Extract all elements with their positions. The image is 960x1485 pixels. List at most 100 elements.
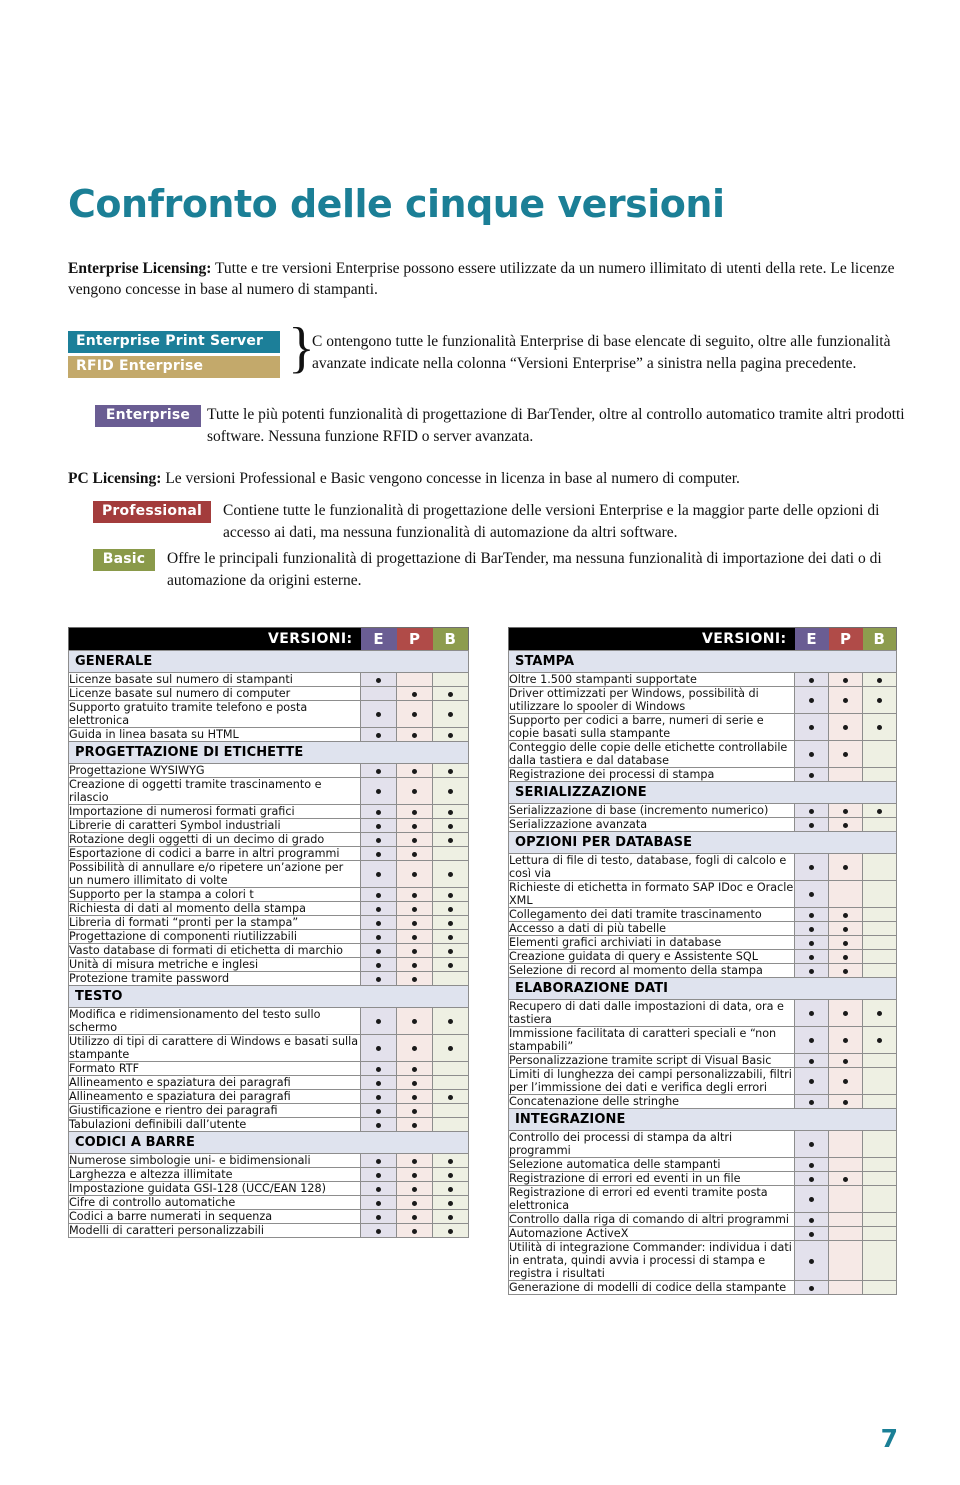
feature-cell-e: [360, 804, 397, 819]
bullet-icon: [412, 892, 417, 898]
feature-label: Progettazione WYSIWYG: [68, 763, 361, 778]
feature-cell-p: [828, 672, 863, 687]
feature-cell-b: [862, 803, 897, 818]
bullet-icon: [376, 789, 381, 794]
feature-cell-e: [360, 1103, 397, 1118]
feature-cell-e: [794, 1171, 829, 1186]
section-label: TESTO: [68, 985, 469, 1008]
table-row: Serializzazione di base (incremento nume…: [508, 803, 897, 818]
feature-cell-p: [828, 1026, 863, 1054]
feature-comparison-table-right: VERSIONI: E P B STAMPA Oltre 1.500 stampanti …: [508, 627, 897, 1295]
pc-licensing-paragraph: PC Licensing: Le versioni Professional e…: [68, 468, 928, 490]
feature-cell-b: [862, 740, 897, 768]
feature-cell-b: [862, 1240, 897, 1281]
badge-professional: Professional: [93, 501, 211, 523]
bullet-icon: [376, 920, 381, 926]
feature-cell-b: [432, 1089, 469, 1104]
feature-cell-p: [828, 767, 863, 782]
table-row: Elementi grafici archiviati in database: [508, 935, 897, 950]
feature-cell-e: [360, 1089, 397, 1104]
badge-enterprise: Enterprise: [95, 405, 201, 427]
table-row: Impostazione guidata GSI-128 (UCC/EAN 12…: [68, 1181, 469, 1196]
bullet-icon: [809, 1258, 814, 1264]
feature-cell-e: [794, 1212, 829, 1227]
feature-cell-p: [396, 763, 433, 778]
table-section-header: GENERALE: [68, 650, 469, 673]
feature-cell-b: [432, 700, 469, 728]
bullet-icon: [843, 1011, 848, 1016]
table-row: Registrazione dei processi di stampa: [508, 767, 897, 782]
section-label: OPZIONI PER DATABASE: [508, 831, 897, 854]
feature-cell-p: [396, 1034, 433, 1062]
bullet-icon: [412, 934, 417, 940]
column-header-b: B: [432, 627, 469, 651]
feature-label: Personalizzazione tramite script di Visu…: [508, 1053, 795, 1068]
table-row: Importazione di numerosi formati grafici: [68, 804, 469, 819]
feature-label: Creazione guidata di query e Assistente …: [508, 949, 795, 964]
bullet-icon: [412, 1046, 417, 1051]
feature-label: Oltre 1.500 stampanti supportate: [508, 672, 795, 687]
feature-cell-p: [396, 777, 433, 805]
table-row: Numerose simbologie uni- e bidimensional…: [68, 1153, 469, 1168]
bullet-icon: [412, 851, 417, 857]
feature-label: Elementi grafici archiviati in database: [508, 935, 795, 950]
bullet-icon: [376, 1019, 381, 1024]
table-row: Immissione facilitata di caratteri speci…: [508, 1026, 897, 1054]
feature-cell-e: [360, 1034, 397, 1062]
bullet-icon: [448, 1214, 453, 1220]
feature-cell-e: [360, 1117, 397, 1132]
feature-cell-e: [794, 853, 829, 881]
bullet-icon: [877, 808, 882, 814]
bullet-icon: [376, 906, 381, 912]
feature-cell-b: [432, 887, 469, 902]
feature-cell-p: [396, 727, 433, 742]
feature-cell-p: [828, 1157, 863, 1172]
bullet-icon: [376, 809, 381, 815]
feature-comparison-table-left: VERSIONI: E P B GENERALE Licenze basate sul n…: [68, 627, 469, 1238]
column-header-b: B: [862, 627, 897, 651]
bullet-icon: [448, 934, 453, 940]
column-header-p: P: [828, 627, 863, 651]
bullet-icon: [376, 892, 381, 898]
feature-cell-e: [794, 740, 829, 768]
feature-cell-e: [360, 1181, 397, 1196]
table-header-row: VERSIONI: E P B: [508, 627, 897, 651]
bullet-icon: [809, 772, 814, 778]
feature-cell-e: [360, 846, 397, 861]
feature-cell-p: [828, 713, 863, 741]
eps-rfid-description: C ontengono tutte le funzionalità Enterp…: [312, 333, 891, 372]
feature-label: Progettazione di componenti riutilizzabi…: [68, 929, 361, 944]
bullet-icon: [843, 1058, 848, 1064]
feature-cell-p: [828, 853, 863, 881]
bullet-icon: [843, 865, 848, 870]
bullet-icon: [412, 837, 417, 843]
feature-cell-b: [862, 1280, 897, 1295]
feature-cell-b: [862, 880, 897, 908]
bullet-icon: [809, 1079, 814, 1084]
bullet-icon: [448, 962, 453, 968]
feature-cell-e: [360, 860, 397, 888]
section-label: STAMPA: [508, 650, 897, 673]
bullet-icon: [843, 822, 848, 828]
table-row: Registrazione di errori ed eventi tramit…: [508, 1185, 897, 1213]
feature-cell-e: [360, 1061, 397, 1076]
feature-cell-e: [794, 1094, 829, 1109]
feature-cell-p: [828, 1226, 863, 1241]
bullet-icon: [809, 940, 814, 946]
feature-cell-p: [396, 1075, 433, 1090]
feature-cell-e: [360, 763, 397, 778]
enterprise-licensing-label: Enterprise Licensing:: [68, 260, 212, 277]
feature-cell-b: [432, 763, 469, 778]
bullet-icon: [809, 912, 814, 918]
bullet-icon: [376, 837, 381, 843]
bullet-icon: [448, 691, 453, 697]
section-label: SERIALIZZAZIONE: [508, 781, 897, 804]
feature-cell-p: [396, 1061, 433, 1076]
feature-cell-b: [862, 767, 897, 782]
feature-label: Numerose simbologie uni- e bidimensional…: [68, 1153, 361, 1168]
feature-cell-b: [432, 860, 469, 888]
table-row: Rotazione degli oggetti di un decimo di …: [68, 832, 469, 847]
feature-cell-b: [432, 804, 469, 819]
table-row: Possibilità di annullare e/o ripetere un…: [68, 860, 469, 888]
feature-cell-b: [862, 713, 897, 741]
